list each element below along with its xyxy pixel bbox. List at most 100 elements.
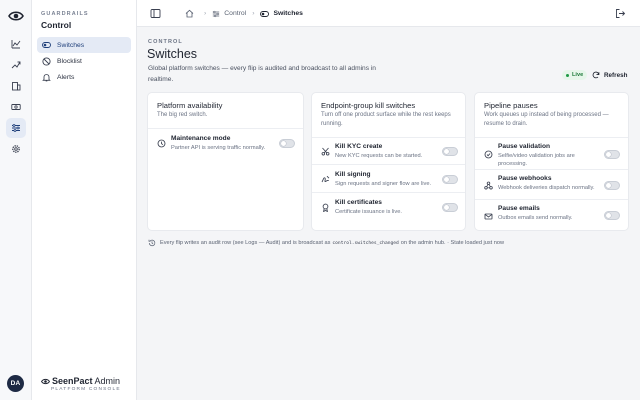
gear-icon <box>11 144 21 154</box>
refresh-icon <box>592 71 604 79</box>
live-badge: Live <box>562 70 588 80</box>
brand: SeenPact Admin PLATFORM CONSOLE <box>41 376 131 392</box>
switch-label: Kill certificates <box>335 199 382 206</box>
switch-row-maintenance: Maintenance mode Partner API is serving … <box>148 128 303 156</box>
breadcrumb-home[interactable] <box>185 9 198 18</box>
sidebar-item-label: Blocklist <box>57 57 82 65</box>
switch-row-kill-certificates: Kill certificates Certificate issuance i… <box>312 192 465 219</box>
card-title: Pipeline pauses <box>484 101 538 110</box>
switch-description: New KYC requests can be started. <box>335 153 423 159</box>
switch-row-pause-webhooks: Pause webhooks Webhook deliveries dispat… <box>475 169 628 199</box>
pause-webhooks-toggle[interactable] <box>604 181 620 190</box>
switch-row-kill-signing: Kill signing Sign requests and signer fl… <box>312 164 465 192</box>
rail-billing-button[interactable] <box>6 97 26 117</box>
page-kicker: CONTROL <box>148 39 183 45</box>
audit-footer-note: Every flip writes an audit row (see Logs… <box>148 239 504 247</box>
pause-validation-toggle[interactable] <box>604 150 620 159</box>
card-subtitle: Turn off one product surface while the r… <box>321 112 451 127</box>
panel-toggle-icon <box>150 8 161 19</box>
breadcrumb-label: Control <box>224 10 247 17</box>
icon-rail: DA <box>0 0 32 400</box>
page-description: Global platform switches — every flip is… <box>148 65 376 83</box>
sidebar-item-blocklist[interactable]: Blocklist <box>37 53 131 69</box>
kill-signing-toggle[interactable] <box>442 175 458 184</box>
toggle-icon <box>42 41 51 50</box>
brand-subtitle: PLATFORM CONSOLE <box>51 387 121 392</box>
shield-icon <box>484 150 493 159</box>
brand-name: SeenPact Admin <box>52 376 121 386</box>
breadcrumb: › Control › Switches <box>185 8 303 19</box>
history-icon <box>148 239 160 247</box>
switch-label: Maintenance mode <box>171 135 231 142</box>
eye-logo-icon[interactable] <box>8 10 24 22</box>
switch-description: Sign requests and signer flow are live. <box>335 181 432 187</box>
toggle-knob <box>444 149 449 154</box>
breadcrumb-separator: › <box>252 10 255 17</box>
signature-icon <box>321 175 330 184</box>
sidebar-item-label: Alerts <box>57 73 75 81</box>
building-icon <box>11 81 21 91</box>
switch-description: Webhook deliveries dispatch normally. <box>498 185 595 191</box>
sidebar-toggle-button[interactable] <box>150 8 161 19</box>
logout-icon <box>615 8 626 19</box>
rail-analytics-button[interactable] <box>6 34 26 54</box>
chart-icon <box>11 39 21 49</box>
breadcrumb-switches: Switches <box>260 10 303 17</box>
footer-text-after: on the admin hub. · State loaded just no… <box>400 240 505 246</box>
sidebar-item-switches[interactable]: Switches <box>37 37 131 53</box>
certificate-icon <box>321 203 330 212</box>
breadcrumb-separator: › <box>204 10 207 17</box>
maintenance-mode-toggle[interactable] <box>279 139 295 148</box>
rail-trends-button[interactable] <box>6 55 26 75</box>
sidebar: GUARDRAILS Control Switches Blocklist Al… <box>32 0 137 400</box>
kill-switches-card: Endpoint-group kill switches Turn off on… <box>311 92 466 231</box>
footer-event-code: control.switches_changed <box>332 240 399 246</box>
home-icon <box>185 9 198 18</box>
breadcrumb-control[interactable]: Control <box>212 10 246 18</box>
pipeline-pauses-card: Pipeline pauses Work queues up instead o… <box>474 92 629 231</box>
kill-certificates-toggle[interactable] <box>442 203 458 212</box>
card-title: Platform availability <box>157 101 223 110</box>
switch-description: Partner API is serving traffic normally. <box>171 145 266 151</box>
switch-description: Outbox emails send normally. <box>498 215 573 221</box>
trend-icon <box>11 60 21 70</box>
refresh-label: Refresh <box>604 71 628 79</box>
toggle-knob <box>444 205 449 210</box>
avatar[interactable]: DA <box>7 375 24 392</box>
switch-label: Kill KYC create <box>335 143 383 150</box>
toggle-knob <box>606 213 611 218</box>
sliders-icon <box>212 10 224 18</box>
sidebar-item-alerts[interactable]: Alerts <box>37 69 131 85</box>
live-label: Live <box>572 72 584 78</box>
card-title: Endpoint-group kill switches <box>321 101 416 110</box>
platform-availability-card: Platform availability The big red switch… <box>147 92 304 231</box>
rail-settings-button[interactable] <box>6 139 26 159</box>
card-subtitle: The big red switch. <box>157 112 208 118</box>
live-dot-icon <box>566 73 569 77</box>
switch-row-pause-emails: Pause emails Outbox emails send normally… <box>475 199 628 229</box>
footer-text-before: Every flip writes an audit row (see Logs… <box>160 240 331 246</box>
rail-control-button[interactable] <box>6 118 26 138</box>
cash-icon <box>11 102 21 112</box>
card-subtitle: Work queues up instead of being processe… <box>484 112 609 127</box>
switch-description: Selfie/video validation jobs are process… <box>498 153 575 168</box>
switch-label: Pause webhooks <box>498 175 552 182</box>
switch-label: Pause validation <box>498 143 551 150</box>
page-title: Switches <box>147 47 198 61</box>
toggle-knob <box>606 152 611 157</box>
toggle-knob <box>606 183 611 188</box>
kill-kyc-toggle[interactable] <box>442 147 458 156</box>
switch-label: Pause emails <box>498 205 540 212</box>
rail-orgs-button[interactable] <box>6 76 26 96</box>
sliders-icon <box>11 123 21 133</box>
webhook-icon <box>484 181 493 190</box>
switch-row-pause-validation: Pause validation Selfie/video validation… <box>475 137 628 169</box>
refresh-button[interactable]: Refresh <box>592 69 627 81</box>
pause-emails-toggle[interactable] <box>604 211 620 220</box>
toggle-icon <box>260 10 273 17</box>
scissors-icon <box>321 147 330 156</box>
switch-row-kill-kyc: Kill KYC create New KYC requests can be … <box>312 137 465 164</box>
logout-button[interactable] <box>615 8 626 19</box>
switch-description: Certificate issuance is live. <box>335 209 403 215</box>
breadcrumb-label: Switches <box>273 10 303 17</box>
